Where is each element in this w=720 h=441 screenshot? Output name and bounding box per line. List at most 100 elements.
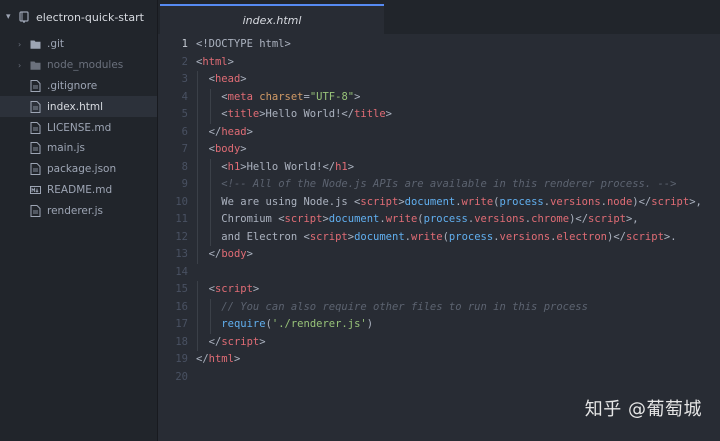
indent-guide [197, 71, 198, 89]
indent-guide [197, 158, 198, 176]
line-number: 8 [181, 160, 188, 173]
code-token: title [227, 108, 260, 120]
tree-item[interactable]: main.js [0, 138, 157, 159]
file-icon [30, 142, 41, 155]
code-token: > [385, 108, 392, 120]
tree-item[interactable]: .gitignore [0, 76, 157, 97]
line-number: 10 [175, 195, 188, 208]
tree-item[interactable]: README.md [0, 180, 157, 201]
code-token: versions [550, 195, 601, 208]
indent-guide [197, 88, 198, 106]
indent-guide [197, 211, 198, 229]
line-number: 18 [175, 335, 188, 348]
chevron-down-icon: ▾ [6, 12, 11, 22]
code-token: write [410, 230, 443, 243]
line-number: 20 [175, 370, 188, 383]
line-number: 4 [181, 90, 188, 103]
code-token: <!-- All of the Node.js APIs are availab… [221, 178, 677, 190]
tree-item[interactable]: › .git [0, 34, 157, 55]
code-token: h1 [335, 160, 348, 173]
code-token: >, [689, 195, 702, 208]
code-token: document [328, 213, 380, 225]
repo-icon [19, 11, 29, 23]
code-token: > [259, 335, 266, 348]
indent-guide [197, 141, 198, 159]
line-number: 2 [181, 55, 188, 68]
indent-guide [209, 211, 211, 229]
line-number: 5 [181, 108, 188, 120]
indent-guide [197, 298, 198, 316]
code-token: script [284, 213, 323, 225]
line-number: 3 [181, 73, 188, 85]
file-icon [30, 163, 41, 176]
line-number: 16 [175, 300, 188, 313]
code-token: </ [208, 125, 222, 138]
code-line: <!DOCTYPE html> [196, 36, 720, 54]
file-icon [30, 121, 41, 134]
indent-guide [197, 106, 198, 124]
code-token: )</ [632, 195, 652, 208]
code-line: <head> [196, 71, 720, 89]
code-line: </html> [196, 351, 720, 369]
code-token: document [404, 195, 456, 208]
code-token: document [354, 230, 405, 243]
line-number: 19 [175, 353, 188, 365]
tree-item[interactable]: index.html [0, 96, 157, 118]
tree-item-label: main.js [47, 142, 85, 155]
text-editor[interactable]: 1 2 3 4 5 6 7 8 9 10 11 12 13 14 15 16 17 18 19 20 <!DOCTYP… [158, 34, 720, 441]
indent-guide [197, 281, 198, 299]
code-token: electron [556, 230, 607, 243]
code-token: script [588, 213, 626, 225]
code-token: >, [625, 213, 639, 225]
code-line: <script> [196, 281, 720, 299]
code-line: require('./renderer.js') [196, 316, 720, 334]
indent-guide [197, 228, 198, 246]
tree-view: ▾ electron-quick-start › .git › node_module… [0, 0, 158, 441]
code-token: script [651, 195, 690, 208]
code-line: <!-- All of the Node.js APIs are availab… [196, 176, 720, 194]
code-line: <meta charset="UTF-8"> [196, 88, 720, 106]
code-line: and Electron <script>document.write(proc… [196, 228, 720, 246]
code-token: './renderer.js' [271, 318, 367, 330]
code-token: node [606, 195, 633, 208]
code-token: )</ [607, 230, 626, 243]
code-token: script [221, 335, 260, 348]
code-token: > [240, 73, 247, 85]
tree-item-label: README.md [47, 183, 113, 196]
indent-guide [209, 88, 211, 106]
code-lines[interactable]: <!DOCTYPE html> <html> <head> <meta chars… [196, 36, 720, 386]
code-token: ) [366, 318, 374, 330]
tree-item[interactable]: renderer.js [0, 200, 157, 221]
chevron-right-icon: › [18, 60, 22, 70]
code-token: chrome [531, 213, 570, 225]
line-number: 11 [175, 213, 188, 225]
file-icon [30, 79, 41, 92]
code-token: script [625, 230, 664, 243]
code-token: script [309, 230, 348, 243]
code-token: </ [208, 335, 222, 348]
code-line: </script> [196, 333, 720, 351]
tree-item-label: .git [47, 38, 65, 51]
line-number: 13 [175, 248, 188, 260]
tree-item[interactable]: package.json [0, 159, 157, 180]
code-token: > [354, 90, 361, 103]
code-token: process [448, 230, 494, 243]
code-token: head [221, 125, 247, 138]
code-token: title [354, 108, 386, 120]
code-token: versions [474, 213, 525, 225]
tree-item-label: index.html [47, 100, 103, 113]
code-token: > [246, 248, 253, 260]
code-line: </head> [196, 123, 720, 141]
project-root[interactable]: ▾ electron-quick-start [0, 0, 157, 34]
code-token: >. [663, 230, 677, 243]
tree-item[interactable]: › node_modules [0, 55, 157, 76]
line-number: 12 [175, 230, 188, 243]
code-token: require [221, 318, 266, 330]
tab-index-html[interactable]: index.html [160, 4, 384, 34]
line-number: 17 [175, 318, 188, 330]
indent-guide [197, 316, 198, 334]
tree-item[interactable]: LICENSE.md [0, 117, 157, 138]
